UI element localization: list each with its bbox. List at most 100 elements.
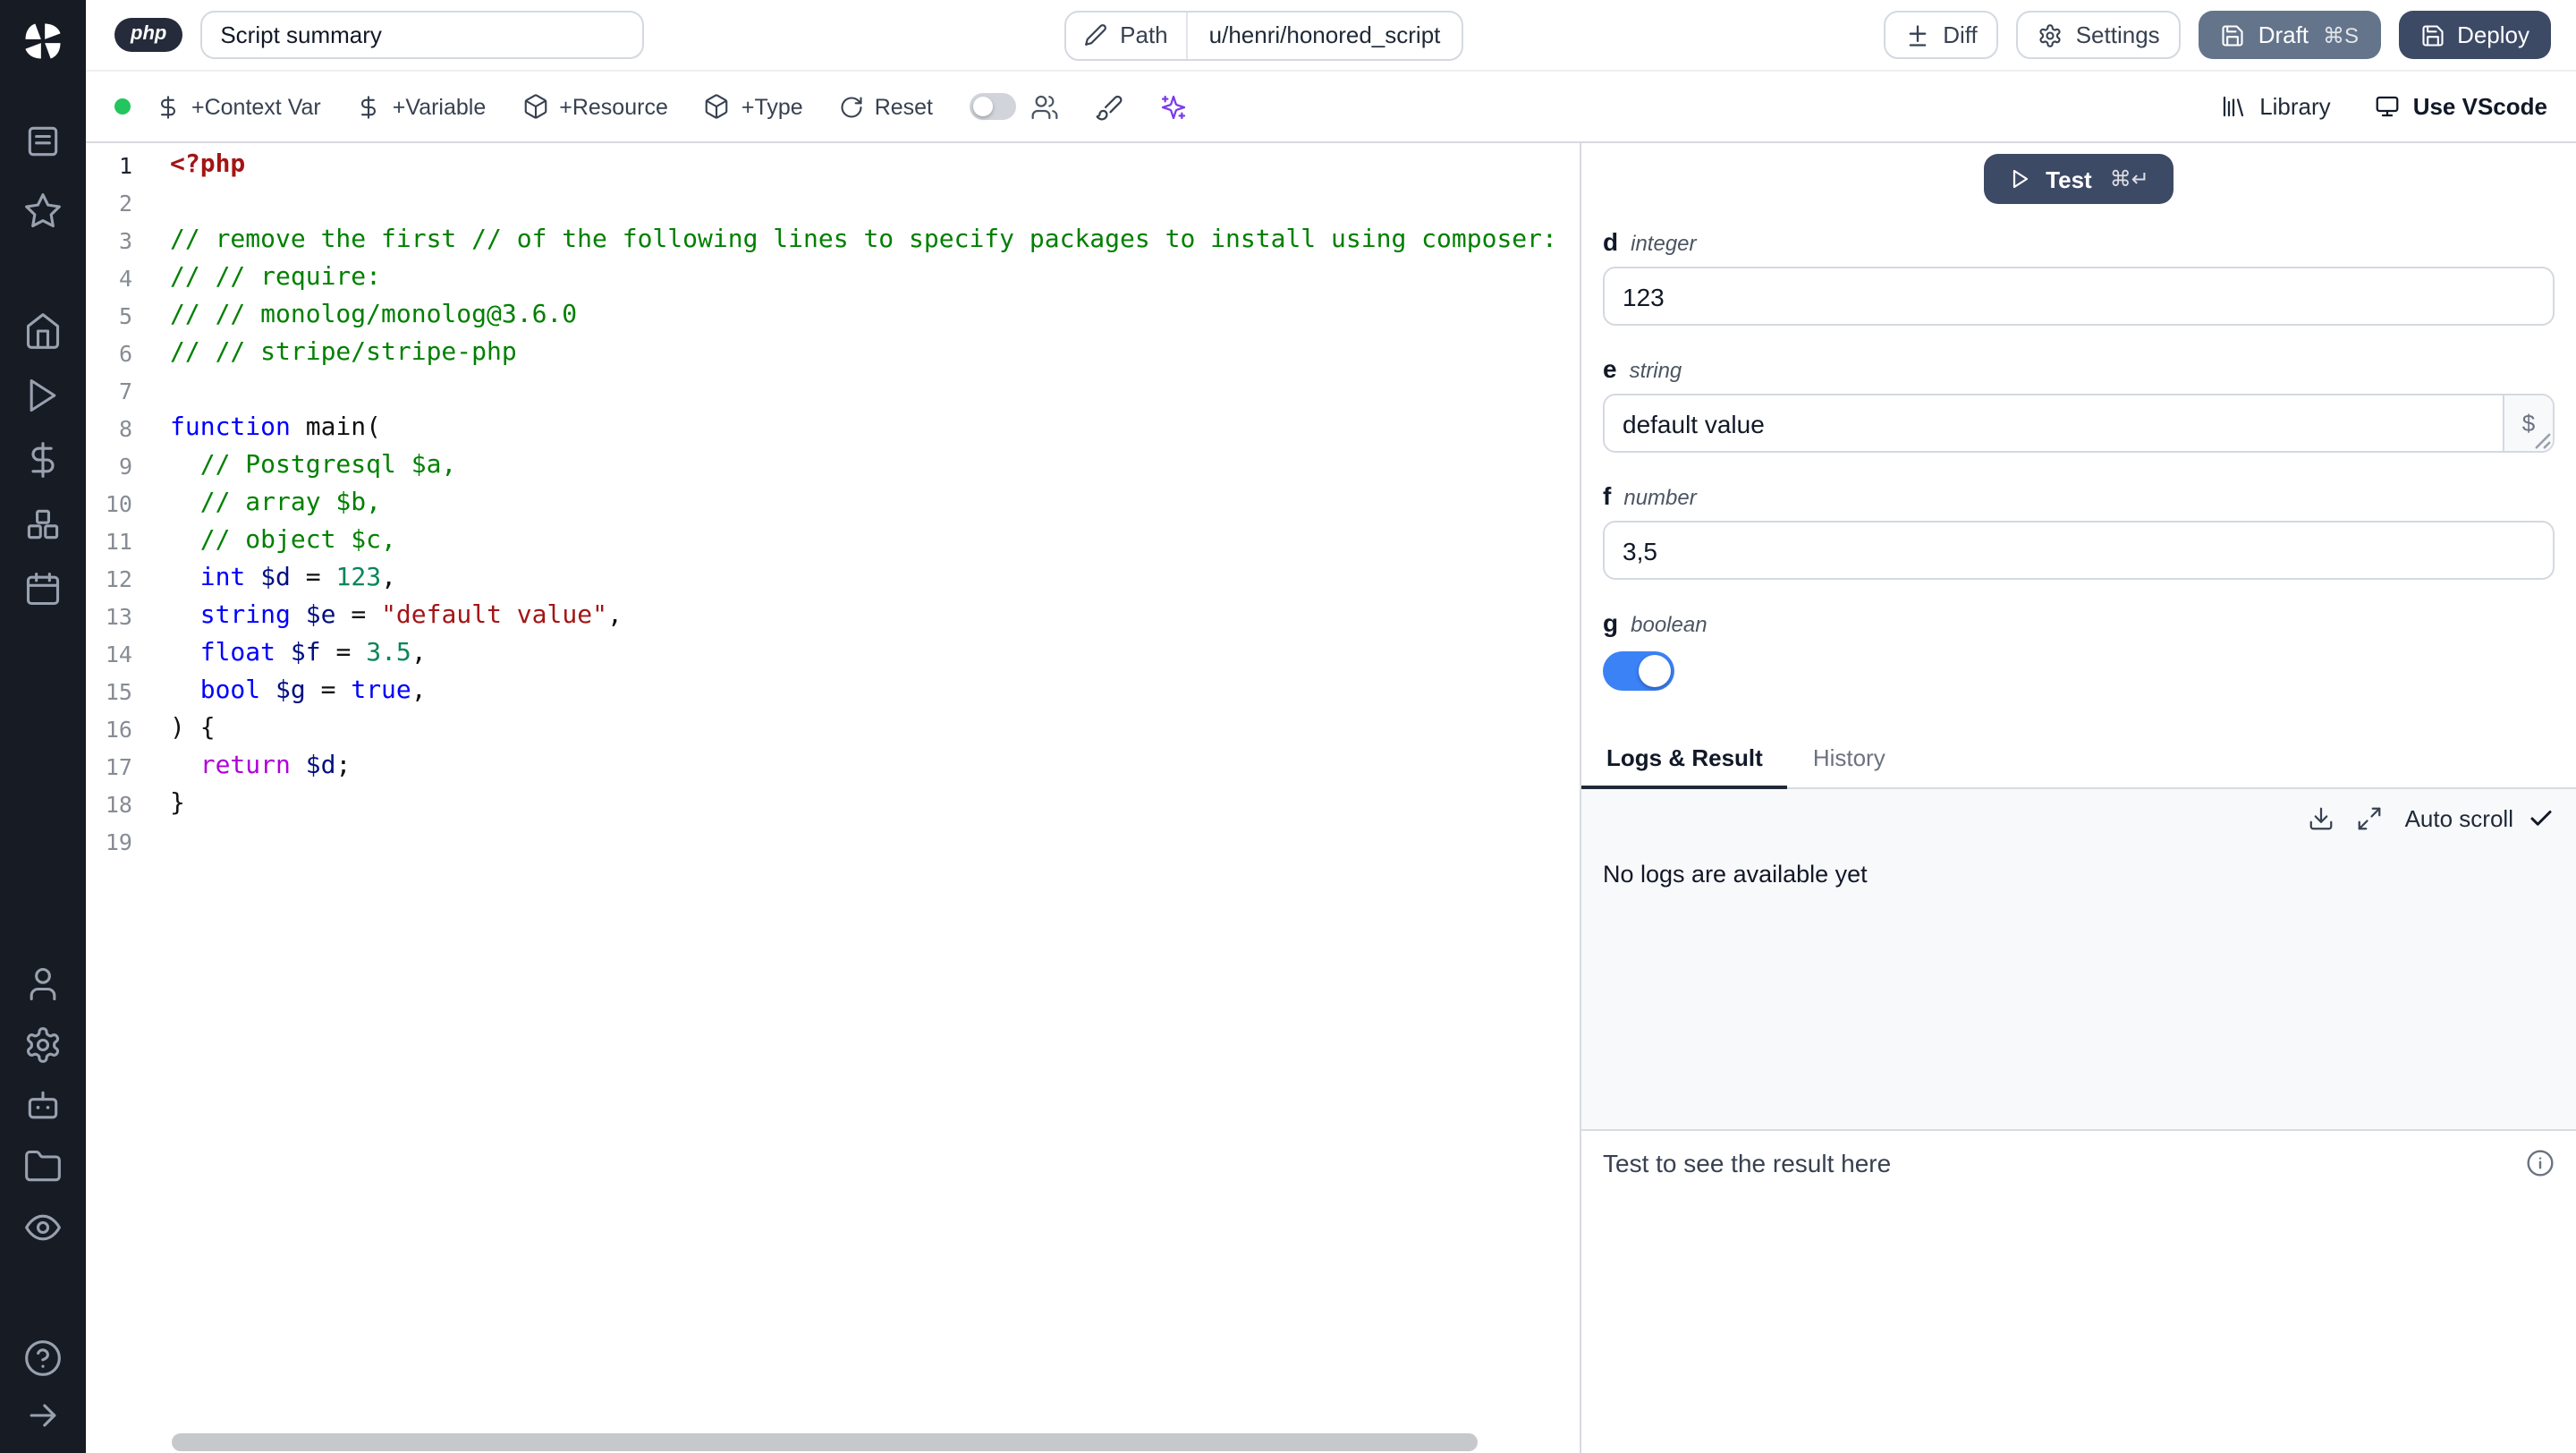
sidebar-notebook-button[interactable] <box>23 122 63 161</box>
code-line: 3 // remove the first // of the following… <box>86 222 1580 259</box>
play-icon <box>30 378 56 412</box>
code-text: ) { <box>170 714 216 743</box>
field-e-input[interactable] <box>1603 394 2555 453</box>
multiplayer-toggle[interactable] <box>969 93 1015 120</box>
code-line: 19 <box>86 823 1580 861</box>
sidebar-help-button[interactable] <box>23 1338 63 1378</box>
check-icon <box>2530 811 2552 826</box>
add-variable-button[interactable]: +Variable <box>357 94 486 119</box>
library-button[interactable]: Library <box>2220 93 2331 120</box>
code-line: 7 <box>86 372 1580 410</box>
windmill-logo-icon <box>25 23 61 59</box>
sidebar-schedules-button[interactable] <box>23 569 63 608</box>
info-icon[interactable] <box>2526 1149 2555 1177</box>
test-label: Test <box>2046 166 2092 192</box>
toggle-knob <box>972 97 992 116</box>
code-line: 14 float $f = 3.5, <box>86 635 1580 673</box>
field-name: g <box>1603 608 1619 637</box>
gear-icon <box>2040 23 2062 47</box>
sidebar-audit-button[interactable] <box>23 1208 63 1247</box>
sidebar-settings-button[interactable] <box>23 1025 63 1065</box>
download-logs-button[interactable] <box>2309 805 2335 832</box>
horizontal-scrollbar[interactable] <box>172 1433 1478 1451</box>
line-number: 7 <box>118 378 132 404</box>
library-label: Library <box>2259 93 2331 120</box>
test-panel: Test ⌘↵ d integer e string <box>1580 143 2576 1453</box>
settings-button[interactable]: Settings <box>2016 11 2182 59</box>
toggle-knob <box>1639 655 1671 687</box>
boolean-toggle[interactable] <box>1603 651 1674 691</box>
diff-button[interactable]: Diff <box>1884 11 1999 59</box>
field-type: string <box>1629 358 1682 383</box>
draft-button[interactable]: Draft ⌘S <box>2199 11 2381 59</box>
sidebar-workers-button[interactable] <box>23 1086 63 1126</box>
code-text: // remove the first // of the following … <box>170 225 1555 254</box>
add-type-button[interactable]: +Type <box>704 93 803 120</box>
line-number: 2 <box>118 190 132 217</box>
reset-button[interactable]: Reset <box>839 94 933 119</box>
field-f: f number <box>1603 481 2555 580</box>
line-number: 17 <box>105 753 132 780</box>
resize-grip-icon[interactable] <box>2535 433 2551 449</box>
auto-scroll-label: Auto scroll <box>2404 805 2513 832</box>
code-text: // // monolog/monolog@3.6.0 <box>170 301 578 329</box>
code-editor[interactable]: 1 <?php 2 3 // remove the first // of the fo… <box>86 143 1580 1453</box>
add-resource-button[interactable]: +Resource <box>521 93 668 120</box>
windmill-logo[interactable] <box>20 18 66 64</box>
field-name: d <box>1603 227 1619 256</box>
diff-label: Diff <box>1943 21 1978 48</box>
sidebar-folders-button[interactable] <box>23 1147 63 1186</box>
field-d-input[interactable] <box>1603 267 2555 326</box>
sidebar-user-button[interactable] <box>23 964 63 1004</box>
line-number: 6 <box>118 340 132 367</box>
ai-assistant-button[interactable] <box>1158 92 1187 121</box>
code-text: float $f = 3.5, <box>199 639 427 667</box>
monitor-icon <box>2376 96 2399 117</box>
toolbar-right: Library Use VScode <box>2220 93 2547 120</box>
eye-icon <box>24 1214 62 1241</box>
script-summary-input[interactable] <box>200 11 645 59</box>
code-line: 18} <box>86 786 1580 823</box>
sidebar-variables-button[interactable] <box>23 440 63 480</box>
edit-path-button[interactable]: Path <box>1066 12 1188 58</box>
field-type: boolean <box>1631 612 1707 637</box>
field-e: e string $ <box>1603 354 2555 453</box>
user-icon <box>30 967 56 1001</box>
use-vscode-button[interactable]: Use VScode <box>2374 93 2547 120</box>
tab-history[interactable]: History <box>1788 732 1911 787</box>
expand-logs-button[interactable] <box>2357 805 2384 832</box>
download-icon <box>2310 807 2333 830</box>
test-button[interactable]: Test ⌘↵ <box>1983 154 2174 204</box>
code-text: // Postgresql $a, <box>170 451 457 480</box>
format-code-button[interactable] <box>1094 92 1123 121</box>
sidebar-group-bottom <box>23 964 63 1247</box>
path-label: Path <box>1120 21 1168 48</box>
play-icon <box>2012 169 2028 189</box>
save-icon <box>2421 24 2443 46</box>
field-type: integer <box>1631 231 1697 256</box>
code-line: 9 // Postgresql $a, <box>86 447 1580 485</box>
tab-logs-result[interactable]: Logs & Result <box>1581 732 1789 789</box>
dollar-icon <box>361 95 377 118</box>
path-value: u/henri/honored_script <box>1208 21 1441 48</box>
sidebar-runs-button[interactable] <box>23 376 63 415</box>
sidebar-resources-button[interactable] <box>23 505 63 544</box>
line-number: 18 <box>105 791 132 818</box>
add-context-var-button[interactable]: +Context Var <box>156 94 321 119</box>
brush-icon <box>1095 94 1122 120</box>
status-dot <box>114 98 131 115</box>
calendar-icon <box>26 572 60 606</box>
sidebar-group-top <box>23 122 63 231</box>
auto-scroll-checkbox[interactable]: Auto scroll <box>2405 805 2555 832</box>
deploy-button[interactable]: Deploy <box>2398 11 2551 59</box>
sidebar-favorites-button[interactable] <box>23 191 63 231</box>
code-line: 12 int $d = 123, <box>86 560 1580 598</box>
reset-icon <box>841 96 862 117</box>
sidebar-expand-button[interactable] <box>23 1396 63 1435</box>
field-f-input[interactable] <box>1603 521 2555 580</box>
sidebar-home-button[interactable] <box>23 311 63 351</box>
code-line: 15 bool $g = true, <box>86 673 1580 710</box>
sparkles-icon <box>1160 94 1185 119</box>
